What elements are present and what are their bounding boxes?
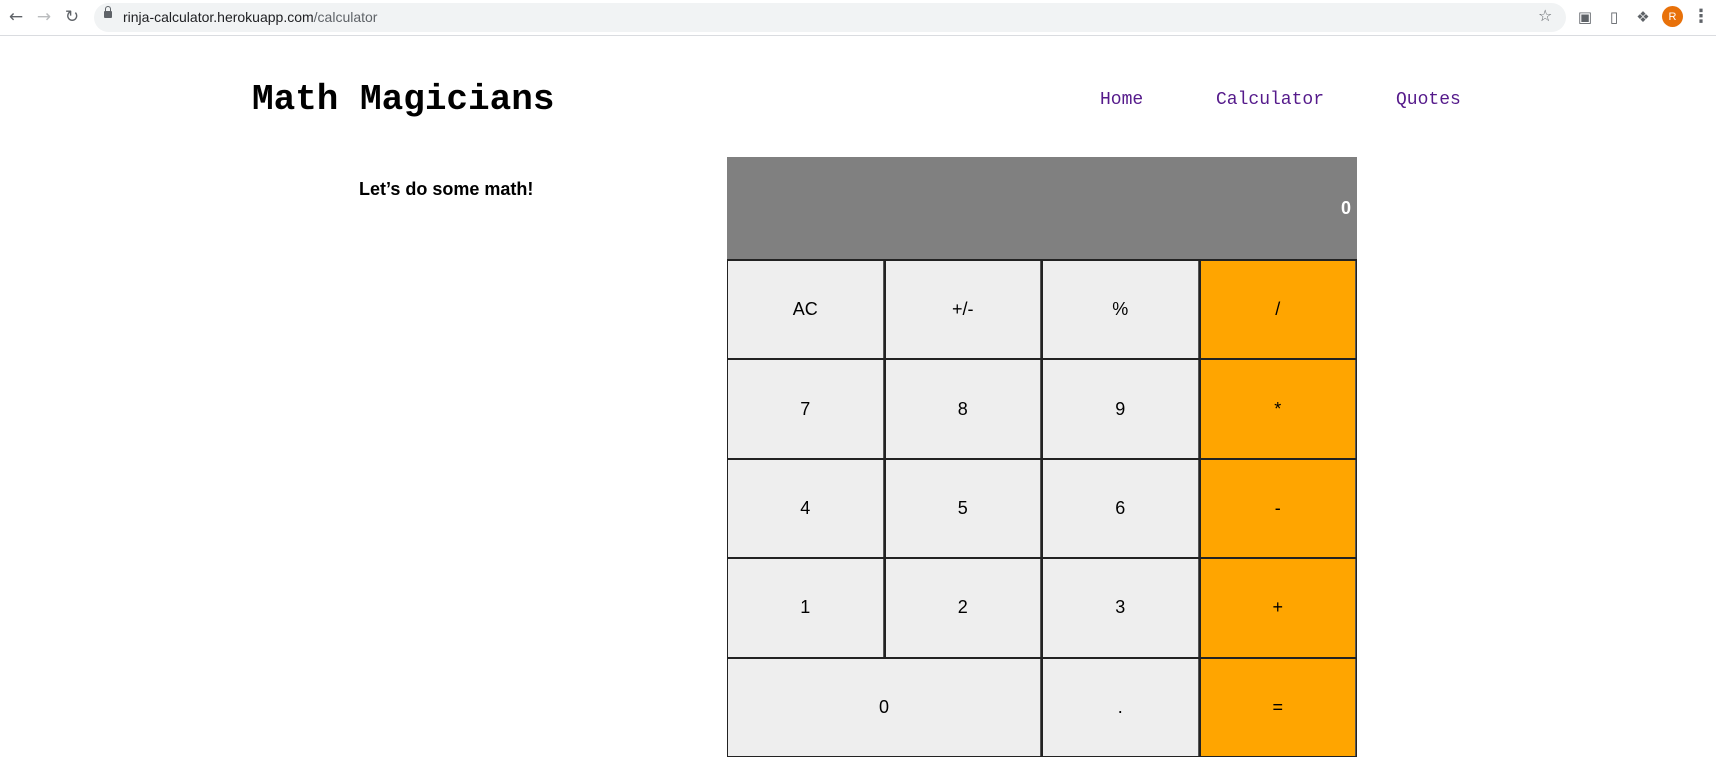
key-multiply[interactable]: * (1200, 360, 1356, 458)
url-path: /calculator (313, 9, 378, 25)
site-brand: Math Magicians (252, 79, 555, 120)
key-0[interactable]: 0 (728, 658, 1041, 756)
url-host: rinja-calculator.herokuapp.com (123, 9, 314, 25)
key-6[interactable]: 6 (1043, 459, 1199, 558)
intro-text: Let’s do some math! (359, 179, 534, 199)
back-arrow-icon[interactable]: ← (4, 5, 28, 29)
key-4[interactable]: 4 (728, 459, 884, 558)
star-icon[interactable]: ☆ (1538, 6, 1552, 25)
key-8[interactable]: 8 (885, 360, 1041, 458)
key-toggle-sign[interactable]: +/- (885, 261, 1041, 359)
screenshot-icon[interactable]: ▣ (1574, 6, 1596, 28)
url-text[interactable]: rinja-calculator.herokuapp.com/calculato… (123, 9, 377, 25)
key-all-clear[interactable]: AC (728, 261, 884, 359)
key-decimal[interactable]: . (1043, 658, 1199, 756)
key-equals[interactable]: = (1200, 658, 1356, 756)
key-percent[interactable]: % (1043, 261, 1199, 359)
nav-link-quotes[interactable]: Quotes (1396, 90, 1461, 110)
key-divide[interactable]: / (1200, 261, 1356, 359)
key-add[interactable]: + (1200, 559, 1356, 657)
menu-icon[interactable]: ⋮ (1692, 6, 1710, 28)
browser-toolbar: ← → ↻ rinja-calculator.herokuapp.com/cal… (0, 0, 1716, 36)
calculator-display: 0 (727, 157, 1357, 259)
forward-arrow-icon[interactable]: → (32, 5, 56, 29)
calculator: 0 AC +/- % / 7 8 9 * 4 5 6 - 1 2 3 + 0 .… (727, 157, 1357, 757)
key-2[interactable]: 2 (885, 559, 1041, 657)
reload-icon[interactable]: ↻ (60, 5, 84, 29)
key-7[interactable]: 7 (728, 360, 884, 458)
extension-icon[interactable]: ▯ (1603, 6, 1625, 28)
profile-avatar[interactable]: R (1662, 6, 1683, 27)
key-5[interactable]: 5 (885, 459, 1041, 558)
key-1[interactable]: 1 (728, 559, 884, 657)
key-3[interactable]: 3 (1043, 559, 1199, 657)
nav-link-home[interactable]: Home (1100, 90, 1143, 110)
key-subtract[interactable]: - (1200, 459, 1356, 558)
lock-icon[interactable] (104, 6, 112, 18)
nav-link-calculator[interactable]: Calculator (1216, 90, 1324, 110)
puzzle-icon[interactable]: ❖ (1632, 6, 1654, 28)
key-9[interactable]: 9 (1043, 360, 1199, 458)
